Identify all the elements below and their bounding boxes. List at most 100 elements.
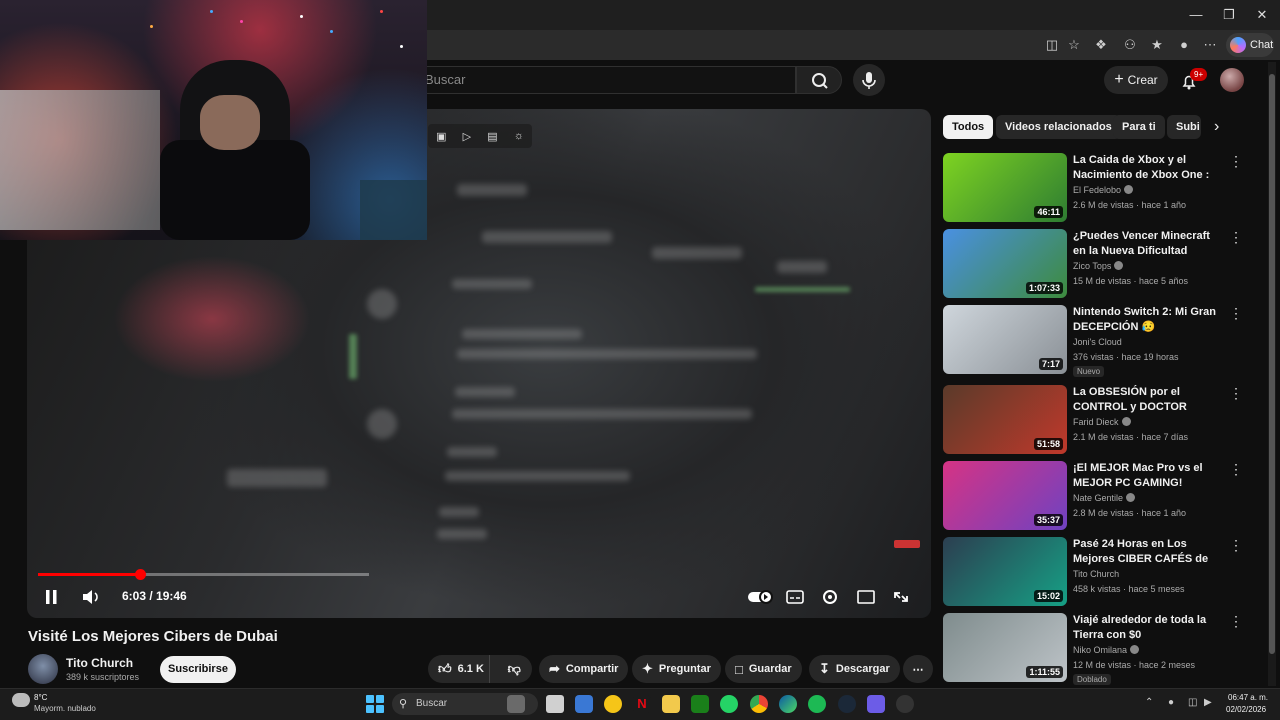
profile-icon[interactable]: ● <box>1174 35 1194 55</box>
scrollbar-thumb[interactable] <box>1269 74 1275 654</box>
download-button[interactable]: ↧ Descargar <box>809 655 900 683</box>
search-input[interactable]: Buscar <box>410 66 796 94</box>
more-vertical-icon[interactable]: ⋮ <box>1229 537 1243 554</box>
share-button[interactable]: ➦ Compartir <box>539 655 629 683</box>
minimize-icon[interactable]: — <box>1178 4 1214 26</box>
chrome-icon[interactable] <box>750 695 768 713</box>
netflix-icon[interactable]: N <box>633 695 651 713</box>
favorites-icon[interactable]: ★ <box>1147 35 1167 55</box>
ask-button[interactable]: ✦ Preguntar <box>632 655 721 683</box>
tray-overflow-icon[interactable]: ⌃ <box>1145 697 1153 708</box>
file-explorer-icon[interactable] <box>662 695 680 713</box>
recommendation-item[interactable]: 46:11 La Caida de Xbox y el Nacimiento de… <box>943 153 1263 223</box>
more-vertical-icon[interactable]: ⋮ <box>1229 305 1243 322</box>
recommendation-item[interactable]: 1:07:33 ¿Puedes Vencer Minecraft en la Nu… <box>943 229 1263 299</box>
miniplayer-icon[interactable]: ▣ <box>436 130 446 143</box>
chip-for-you[interactable]: Para ti <box>1113 115 1165 139</box>
recommendation-title[interactable]: Pasé 24 Horas en Los Mejores CIBER CAFÉS… <box>1073 537 1223 567</box>
video-thumbnail[interactable]: 7:17 <box>943 305 1067 374</box>
save-button[interactable]: □ Guardar <box>725 655 802 683</box>
cast-icon[interactable]: ▷ <box>463 130 471 143</box>
more-vertical-icon[interactable]: ⋮ <box>1229 613 1243 630</box>
video-thumbnail[interactable]: 1:11:55 <box>943 613 1067 682</box>
recommendation-item[interactable]: 35:37 ¡El MEJOR Mac Pro vs el MEJOR PC GA… <box>943 461 1263 531</box>
channel-name[interactable]: Tito Church <box>66 656 133 670</box>
account-avatar[interactable] <box>1220 68 1244 92</box>
network-icon[interactable]: ◫ <box>1188 697 1197 708</box>
autoplay-toggle[interactable] <box>744 582 776 612</box>
taskbar-time[interactable]: 06:47 a. m. <box>1228 693 1268 702</box>
recommendation-channel[interactable]: Tito Church <box>1073 569 1119 579</box>
more-vertical-icon[interactable]: ⋮ <box>1229 461 1243 478</box>
more-vertical-icon[interactable]: ⋮ <box>1229 229 1243 246</box>
pause-button[interactable] <box>36 582 66 612</box>
more-options-icon[interactable]: ⋯ <box>1200 35 1220 55</box>
steam-icon[interactable] <box>838 695 856 713</box>
voice-search-button[interactable] <box>853 64 885 96</box>
create-button[interactable]: + Crear <box>1104 66 1168 94</box>
recommendation-channel[interactable]: Niko Omilana <box>1073 645 1140 655</box>
channel-avatar[interactable] <box>28 654 58 684</box>
recommendation-title[interactable]: La OBSESIÓN por el CONTROL y DOCTOR STRA… <box>1073 385 1223 415</box>
dislike-button[interactable]: 👎︎ <box>496 661 532 677</box>
microphone-tray-icon[interactable]: ● <box>1168 697 1174 708</box>
recommendation-title[interactable]: ¡El MEJOR Mac Pro vs el MEJOR PC GAMING! <box>1073 461 1223 491</box>
recommendation-item[interactable]: 1:11:55 Viajé alrededor de toda la Tierra… <box>943 613 1263 685</box>
theater-mode-button[interactable] <box>851 582 881 612</box>
extensions-icon[interactable]: ❖ <box>1091 35 1111 55</box>
recommendation-channel[interactable]: Nate Gentile <box>1073 493 1136 503</box>
video-thumbnail[interactable]: 15:02 <box>943 537 1067 606</box>
taskbar-app-pinned[interactable] <box>507 695 525 713</box>
fullscreen-button[interactable] <box>886 582 916 612</box>
video-thumbnail[interactable]: 1:07:33 <box>943 229 1067 298</box>
recommendation-title[interactable]: Nintendo Switch 2: Mi Gran DECEPCIÓN 😥 <box>1073 305 1223 335</box>
more-vertical-icon[interactable]: ⋮ <box>1229 385 1243 402</box>
recommendation-channel[interactable]: El Fedelobo <box>1073 185 1134 195</box>
start-button[interactable] <box>366 695 384 713</box>
volume-button[interactable] <box>75 582 105 612</box>
close-window-icon[interactable]: ✕ <box>1244 4 1280 26</box>
search-button[interactable] <box>796 66 842 94</box>
settings-button[interactable] <box>815 582 845 612</box>
favorite-star-icon[interactable]: ☆ <box>1064 35 1084 55</box>
obs-icon[interactable] <box>896 695 914 713</box>
recommendation-channel[interactable]: Farid Dieck <box>1073 417 1131 427</box>
translate-icon[interactable]: ☼ <box>514 130 524 142</box>
task-view-icon[interactable] <box>546 695 564 713</box>
chip-uploaded[interactable]: Subi <box>1167 115 1201 139</box>
taskbar-date[interactable]: 02/02/2026 <box>1226 705 1266 714</box>
subtitles-button[interactable] <box>780 582 810 612</box>
more-vertical-icon[interactable]: ⋮ <box>1229 153 1243 170</box>
like-button[interactable]: 👍︎ 6.1 K <box>428 655 491 683</box>
recommendation-title[interactable]: Viajé alrededor de toda la Tierra con $0 <box>1073 613 1223 643</box>
copilot-chat-button[interactable]: Chat <box>1226 33 1274 57</box>
spotify-icon[interactable] <box>808 695 826 713</box>
video-thumbnail[interactable]: 35:37 <box>943 461 1067 530</box>
split-screen-icon[interactable]: ⚇ <box>1120 35 1140 55</box>
apps-icon[interactable]: ◫ <box>1042 35 1062 55</box>
notes-icon[interactable]: ▤ <box>487 130 497 143</box>
recommendation-item[interactable]: 51:58 La OBSESIÓN por el CONTROL y DOCTOR… <box>943 385 1263 455</box>
speaker-icon[interactable]: ▶ <box>1204 697 1212 708</box>
weather-cloud-icon[interactable] <box>12 693 30 707</box>
recommendation-item[interactable]: 7:17 Nintendo Switch 2: Mi Gran DECEPCIÓN… <box>943 305 1263 377</box>
video-thumbnail[interactable]: 51:58 <box>943 385 1067 454</box>
maximize-icon[interactable]: ❐ <box>1211 4 1247 26</box>
chip-related[interactable]: Videos relacionados <box>996 115 1121 139</box>
store-icon[interactable] <box>575 695 593 713</box>
weather-description[interactable]: Mayorm. nublado <box>34 704 96 713</box>
progress-scrubber[interactable] <box>134 569 146 580</box>
recommendation-channel[interactable]: Joni's Cloud <box>1073 337 1122 347</box>
weather-app-icon[interactable] <box>604 695 622 713</box>
video-thumbnail[interactable]: 46:11 <box>943 153 1067 222</box>
recommendation-title[interactable]: La Caida de Xbox y el Nacimiento de Xbox… <box>1073 153 1223 183</box>
recommendation-item[interactable]: 15:02 Pasé 24 Horas en Los Mejores CIBER … <box>943 537 1263 607</box>
weather-temperature[interactable]: 8°C <box>34 693 47 702</box>
recommendation-title[interactable]: ¿Puedes Vencer Minecraft en la Nueva Dif… <box>1073 229 1223 259</box>
whatsapp-icon[interactable] <box>720 695 738 713</box>
xbox-icon[interactable] <box>691 695 709 713</box>
recommendation-channel[interactable]: Zico Tops <box>1073 261 1124 271</box>
app-icon-purple[interactable] <box>867 695 885 713</box>
chip-all[interactable]: Todos <box>943 115 994 139</box>
subscribe-button[interactable]: Suscribirse <box>160 656 236 683</box>
